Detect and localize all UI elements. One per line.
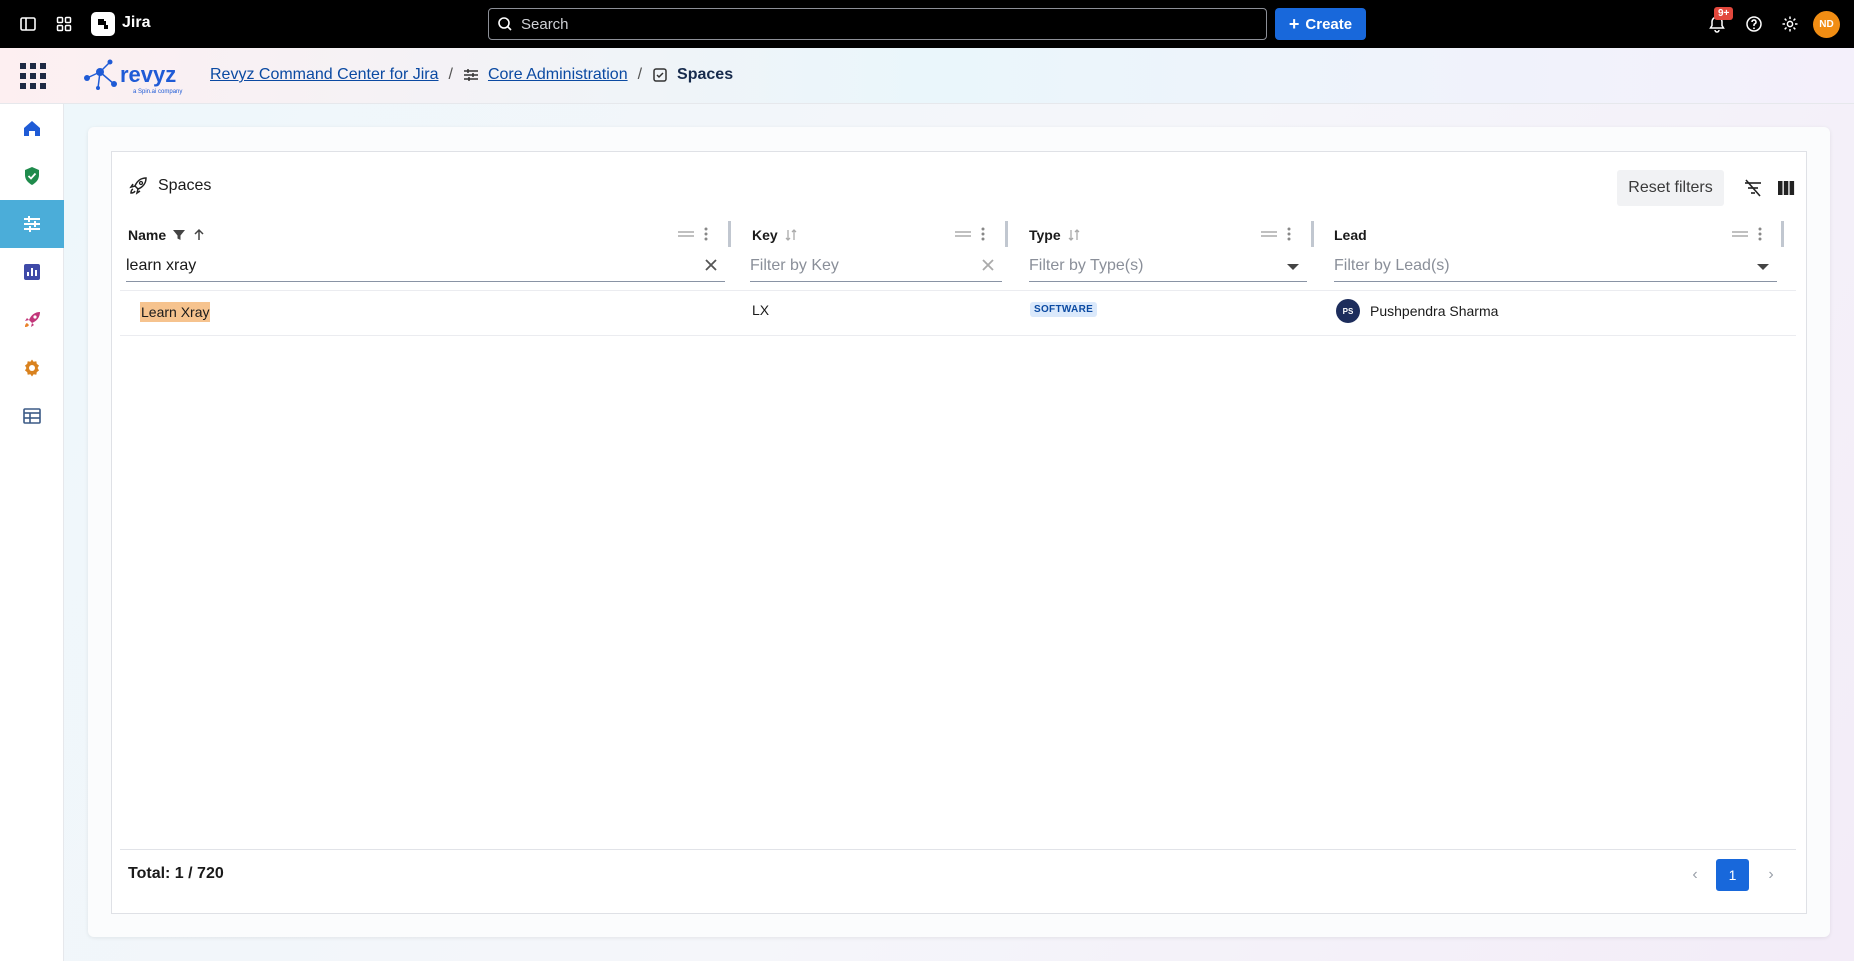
sidebar-toggle-icon[interactable] — [16, 12, 40, 36]
cell-name[interactable]: Learn Xray — [140, 302, 211, 322]
column-resize-handle[interactable] — [1781, 221, 1784, 247]
search-placeholder: Search — [521, 15, 569, 33]
prev-page-chevron-icon[interactable]: ‹ — [1685, 859, 1705, 891]
panel-title: Spaces — [128, 176, 211, 196]
sidebar — [0, 104, 64, 961]
shield-check-icon — [25, 167, 39, 185]
footer-divider — [120, 849, 1796, 850]
app-header: revyz a Spin.ai company Revyz Command Ce… — [0, 48, 1854, 104]
sidebar-item-spaces[interactable] — [0, 296, 64, 344]
column-tools-name — [678, 226, 708, 242]
panel-title-text: Spaces — [158, 177, 212, 194]
sort-icon[interactable] — [1067, 228, 1081, 242]
name-filter-input[interactable]: learn xray — [126, 250, 725, 282]
sliders-icon — [24, 216, 40, 232]
column-menu-icon[interactable] — [1287, 226, 1291, 242]
settings-gear-icon[interactable] — [1778, 12, 1802, 36]
column-tools-type — [1261, 226, 1291, 242]
drag-handle-icon[interactable] — [1732, 229, 1748, 239]
logo-wordmark: revyz — [120, 62, 176, 87]
clear-input-icon[interactable] — [980, 257, 996, 278]
column-menu-icon[interactable] — [981, 226, 985, 242]
drag-handle-icon[interactable] — [955, 229, 971, 239]
app-menu-grid-icon[interactable] — [20, 63, 46, 89]
dropdown-caret-icon[interactable] — [1757, 264, 1769, 270]
top-navigation-bar: Jira Search + Create 9+ ND — [0, 0, 1854, 48]
sort-ascending-icon[interactable] — [192, 228, 206, 242]
search-icon — [498, 17, 512, 31]
sidebar-item-home[interactable] — [0, 104, 64, 152]
cell-type: SOFTWARE — [1030, 302, 1098, 317]
logo-subtitle: a Spin.ai company — [133, 89, 182, 95]
sort-icon[interactable] — [784, 228, 798, 242]
column-resize-handle[interactable] — [1005, 221, 1008, 247]
columns-toggle-icon[interactable] — [1774, 176, 1798, 200]
column-menu-icon[interactable] — [704, 226, 708, 242]
jira-logo-icon[interactable] — [91, 12, 115, 36]
table-row[interactable] — [120, 290, 1796, 336]
sidebar-item-security[interactable] — [0, 152, 64, 200]
next-page-chevron-icon[interactable]: › — [1761, 859, 1781, 891]
column-tools-key — [955, 226, 985, 242]
column-header-type[interactable]: Type — [1029, 224, 1081, 246]
type-filter-select[interactable]: Filter by Type(s) — [1029, 250, 1307, 282]
total-count: Total: 1 / 720 — [128, 865, 224, 882]
drag-handle-icon[interactable] — [678, 229, 694, 239]
column-resize-handle[interactable] — [728, 221, 731, 247]
cell-lead[interactable]: PS Pushpendra Sharma — [1336, 299, 1498, 323]
dropdown-caret-icon[interactable] — [1287, 264, 1299, 270]
sidebar-item-reports[interactable] — [0, 248, 64, 296]
home-icon — [24, 121, 40, 136]
breadcrumb: Revyz Command Center for Jira / Core Adm… — [210, 66, 734, 84]
column-header-name[interactable]: Name — [128, 224, 206, 246]
notification-badge: 9+ — [1714, 7, 1734, 20]
sidebar-item-core-administration[interactable] — [0, 200, 64, 248]
breadcrumb-core-administration[interactable]: Core Administration — [488, 66, 628, 84]
app-switcher-icon[interactable] — [52, 12, 76, 36]
help-icon[interactable] — [1742, 12, 1766, 36]
app-name[interactable]: Jira — [122, 14, 150, 32]
lead-filter-select[interactable]: Filter by Lead(s) — [1334, 250, 1777, 282]
search-input[interactable]: Search — [488, 8, 1267, 40]
report-icon — [24, 264, 40, 280]
user-avatar[interactable]: ND — [1813, 11, 1840, 38]
lead-name: Pushpendra Sharma — [1370, 303, 1499, 319]
page-button-current[interactable]: 1 — [1716, 859, 1749, 891]
rocket-icon — [129, 177, 147, 195]
rocket-icon — [25, 312, 40, 327]
create-button[interactable]: + Create — [1275, 8, 1366, 40]
create-label: Create — [1305, 15, 1353, 33]
key-filter-input[interactable]: Filter by Key — [750, 250, 1002, 282]
type-badge: SOFTWARE — [1030, 302, 1098, 317]
drag-handle-icon[interactable] — [1261, 229, 1277, 239]
lead-avatar: PS — [1336, 299, 1360, 323]
filter-icon[interactable] — [172, 228, 186, 242]
plus-icon: + — [1288, 14, 1300, 34]
table-icon — [23, 408, 41, 424]
gear-icon — [25, 359, 39, 377]
search-highlight: Learn Xray — [140, 302, 211, 322]
sidebar-item-settings[interactable] — [0, 344, 64, 392]
breadcrumb-spaces: Spaces — [677, 66, 734, 83]
column-menu-icon[interactable] — [1758, 226, 1762, 242]
clear-input-icon[interactable] — [703, 257, 719, 278]
revyz-logo[interactable]: revyz a Spin.ai company — [80, 56, 190, 96]
cell-key: LX — [752, 302, 770, 318]
spaces-icon — [652, 67, 668, 83]
reset-filters-button[interactable]: Reset filters — [1617, 170, 1724, 206]
sidebar-item-tables[interactable] — [0, 392, 64, 440]
column-header-key[interactable]: Key — [752, 224, 798, 246]
sliders-icon — [463, 67, 479, 83]
column-tools-lead — [1732, 226, 1762, 242]
breadcrumb-revyz-command-center[interactable]: Revyz Command Center for Jira — [210, 66, 439, 84]
column-header-lead[interactable]: Lead — [1334, 224, 1367, 246]
clear-filters-icon[interactable] — [1741, 176, 1765, 200]
column-resize-handle[interactable] — [1311, 221, 1314, 247]
